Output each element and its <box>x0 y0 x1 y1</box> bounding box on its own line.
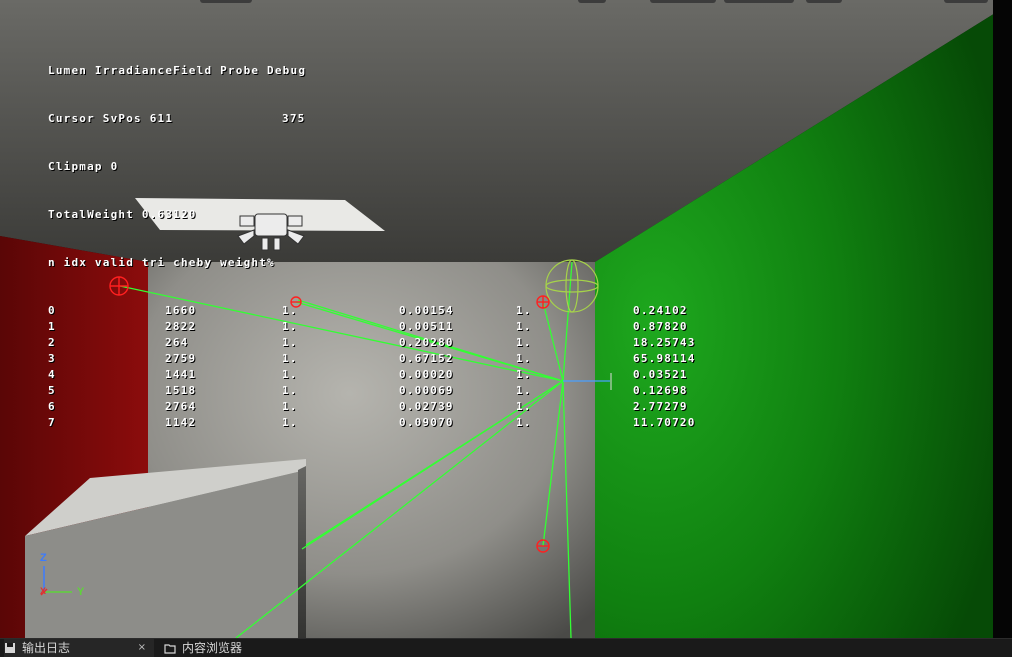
debug-cell: 65.98114 <box>633 352 696 365</box>
debug-cell: 1. <box>282 400 298 413</box>
debug-cell: 3 <box>48 352 56 365</box>
debug-row: 7 1142 1. 0.09070 1. 11.70720 <box>48 415 694 431</box>
debug-cursor-y: 375 <box>282 112 306 125</box>
tab-output-log-label: 输出日志 <box>22 641 71 655</box>
x-axis-label: X <box>40 586 47 596</box>
debug-cell: 0.20280 <box>399 336 454 349</box>
debug-cell: 0.24102 <box>633 304 688 317</box>
toolbar-button[interactable] <box>724 0 794 3</box>
debug-cell: 11.70720 <box>633 416 696 429</box>
tab-content-browser-label: 内容浏览器 <box>182 641 243 655</box>
debug-cell: 1. <box>282 352 298 365</box>
debug-cell: 2.77279 <box>633 400 688 413</box>
debug-cell: 2759 <box>165 352 197 365</box>
debug-cell: 0.00069 <box>399 384 454 397</box>
debug-cell: 1. <box>282 320 298 333</box>
probe-marker-icon <box>536 295 550 309</box>
debug-cell: 2 <box>48 336 56 349</box>
debug-cell: 0.02739 <box>399 400 454 413</box>
debug-cell: 1. <box>516 320 532 333</box>
debug-cell: 18.25743 <box>633 336 696 349</box>
toolbar-button[interactable] <box>944 0 988 3</box>
debug-title: Lumen IrradianceField Probe Debug <box>48 64 307 77</box>
z-axis-label: Z <box>40 552 47 564</box>
debug-total-weight: TotalWeight 0.63120 <box>48 208 197 221</box>
editor-viewport[interactable]: Lumen IrradianceField Probe Debug Cursor… <box>0 0 1012 638</box>
debug-row: 2 264 1. 0.20280 1. 18.25743 <box>48 335 694 351</box>
debug-cell: 4 <box>48 368 56 381</box>
debug-cell: 1. <box>282 304 298 317</box>
debug-cell: 1. <box>282 368 298 381</box>
debug-cell: 0.87820 <box>633 320 688 333</box>
edge-strip <box>993 0 1012 638</box>
debug-cell: 5 <box>48 384 56 397</box>
probe-debug-overlay: Lumen IrradianceField Probe Debug Cursor… <box>48 31 694 463</box>
debug-row: 3 2759 1. 0.67152 1. 65.98114 <box>48 351 694 367</box>
debug-cell: 1. <box>516 304 532 317</box>
bottom-panel-tabs: 输出日志 × 内容浏览器 <box>0 638 1012 657</box>
debug-cell: 1. <box>516 352 532 365</box>
debug-table-header: n idx valid tri cheby weight% <box>48 256 275 269</box>
toolbar-button[interactable] <box>578 0 606 3</box>
debug-cell: 0.67152 <box>399 352 454 365</box>
debug-cell: 0.00511 <box>399 320 454 333</box>
debug-cell: 7 <box>48 416 56 429</box>
debug-clipmap: Clipmap 0 <box>48 160 119 173</box>
debug-cell: 1. <box>282 336 298 349</box>
debug-row: 0 1660 1. 0.00154 1. 0.24102 <box>48 303 687 319</box>
debug-cell: 1518 <box>165 384 197 397</box>
debug-cell: 1. <box>282 416 298 429</box>
debug-cell: 1. <box>516 336 532 349</box>
debug-row: 1 2822 1. 0.00511 1. 0.87820 <box>48 319 687 335</box>
debug-row: 4 1441 1. 0.00020 1. 0.03521 <box>48 367 687 383</box>
debug-cell: 0.09070 <box>399 416 454 429</box>
debug-cell: 1. <box>516 400 532 413</box>
debug-row: 5 1518 1. 0.00069 1. 0.12698 <box>48 383 687 399</box>
save-disk-icon <box>5 643 15 653</box>
debug-cell: 0.03521 <box>633 368 688 381</box>
debug-cell: 1 <box>48 320 56 333</box>
debug-cell: 1. <box>516 368 532 381</box>
debug-cell: 1142 <box>165 416 197 429</box>
axis-gizmo: Z X Y <box>30 552 100 608</box>
close-icon[interactable]: × <box>138 639 146 657</box>
debug-cursor-label: Cursor SvPos 611 <box>48 112 174 125</box>
tab-output-log[interactable]: 输出日志 × <box>4 639 154 657</box>
debug-cell: 1441 <box>165 368 197 381</box>
box-side <box>298 466 306 638</box>
debug-cell: 6 <box>48 400 56 413</box>
debug-table: 0 1660 1. 0.00154 1. 0.24102 1 2822 1. 0.00511 1. 0… <box>48 303 694 431</box>
debug-cell: 264 <box>165 336 189 349</box>
debug-cell: 0.00154 <box>399 304 454 317</box>
debug-cell: 1. <box>516 384 532 397</box>
debug-cell: 2764 <box>165 400 197 413</box>
tab-content-browser[interactable]: 内容浏览器 <box>164 639 304 657</box>
debug-cell: 0 <box>48 304 56 317</box>
toolbar-button[interactable] <box>650 0 716 3</box>
debug-cell: 1660 <box>165 304 197 317</box>
folder-icon <box>164 644 176 654</box>
toolbar-button[interactable] <box>200 0 252 3</box>
debug-row: 6 2764 1. 0.02739 1. 2.77279 <box>48 399 687 415</box>
debug-cursor-line: Cursor SvPos 611 375 <box>48 111 306 127</box>
debug-cell: 0.12698 <box>633 384 688 397</box>
debug-cell: 0.00020 <box>399 368 454 381</box>
debug-cell: 1. <box>282 384 298 397</box>
y-axis-label: Y <box>77 586 85 598</box>
debug-cell: 2822 <box>165 320 197 333</box>
toolbar-button[interactable] <box>806 0 842 3</box>
viewport-toolbar <box>0 0 1012 6</box>
debug-cell: 1. <box>516 416 532 429</box>
